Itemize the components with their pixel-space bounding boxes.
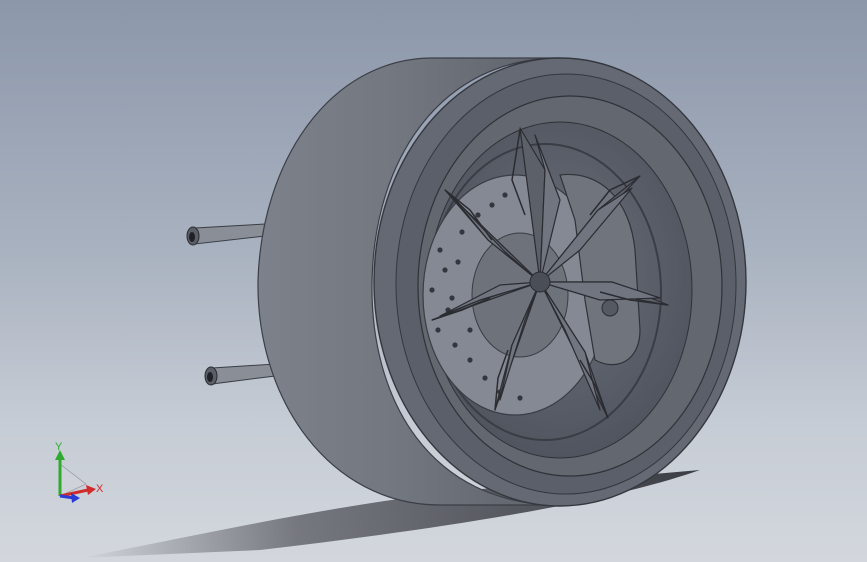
axle-stud-upper: [186, 223, 266, 246]
y-axis-label: Y: [55, 441, 63, 453]
3d-viewport[interactable]: Y X: [0, 0, 867, 562]
caliper-bolt: [601, 299, 619, 317]
x-axis-arrow: [86, 485, 96, 495]
orientation-triad: Y X: [44, 438, 114, 508]
axle-stud-lower: [204, 363, 276, 386]
wheel-model-scene[interactable]: [0, 0, 867, 562]
x-axis-label: X: [96, 483, 104, 495]
center-hub: [529, 271, 551, 293]
z-axis-arrow: [71, 493, 80, 503]
